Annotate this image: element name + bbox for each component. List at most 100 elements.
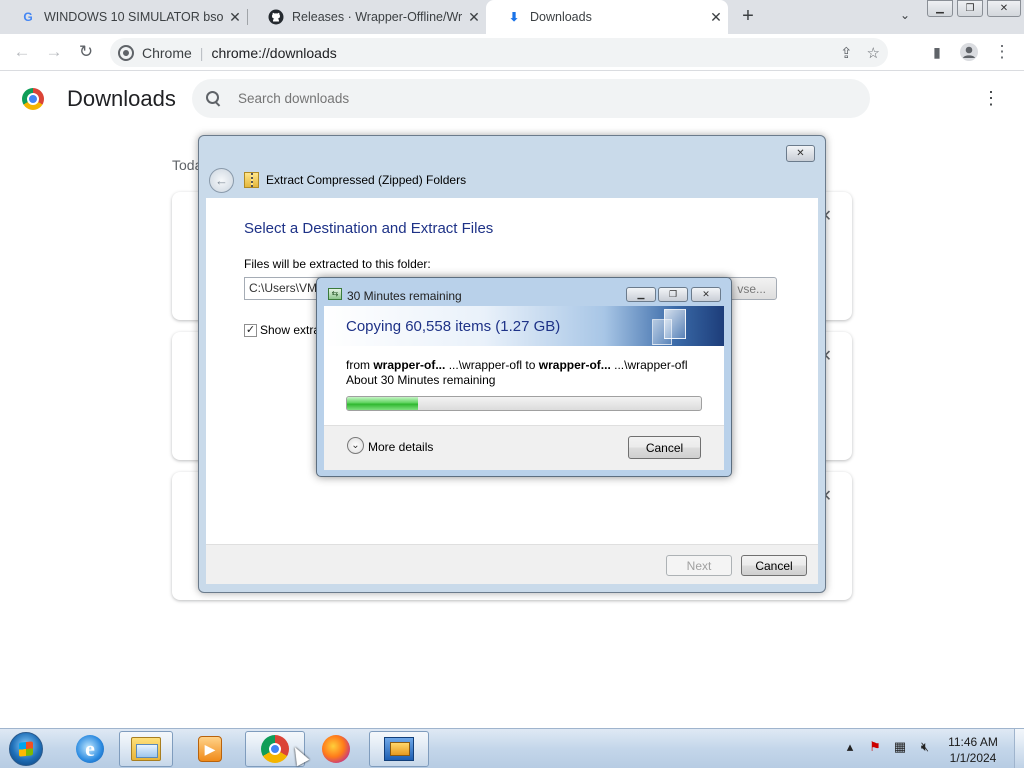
close-icon[interactable]: ✕ [462, 9, 486, 26]
download-icon: ⬇ [508, 10, 520, 24]
source-path: ...\wrapper-ofl [448, 358, 523, 372]
progress-fill [347, 397, 418, 410]
chevron-down-icon[interactable]: ⌄ [347, 437, 364, 454]
browse-button[interactable]: vse... [726, 277, 777, 300]
system-tray: ▴ ⚑ ▦ 🔇︎ [842, 739, 933, 755]
more-actions-icon[interactable]: ⋮ [982, 88, 1000, 109]
tab-title: Downloads [530, 10, 592, 24]
chrome-logo-icon [22, 88, 44, 110]
clock-date: 1/1/2024 [949, 751, 997, 765]
copy-titlebar: ⇆ 30 Minutes remaining ▁ ❐ ✕ [317, 278, 731, 306]
taskbar-clock[interactable]: 11:46 AM 1/1/2024 [934, 734, 1012, 766]
wizard-footer: Next Cancel [206, 544, 818, 584]
copy-content: Copying 60,558 items (1.27 GB) from wrap… [324, 306, 724, 470]
close-button[interactable]: ✕ [691, 287, 721, 302]
volume-muted-icon[interactable]: 🔇︎ [917, 739, 933, 755]
taskbar-remote-desktop[interactable] [369, 731, 429, 767]
copy-footer: ⌄ More details Cancel [324, 425, 724, 470]
tab-title: Releases · Wrapper-Offline/Wrap [292, 10, 462, 24]
copy-window-title: 30 Minutes remaining [347, 289, 462, 303]
clock-time: 11:46 AM [948, 735, 998, 749]
copy-heading: Copying 60,558 items (1.27 GB) [346, 318, 561, 335]
downloads-header: Downloads ⋮ [0, 72, 1024, 128]
internet-explorer-icon: e [76, 735, 104, 763]
network-icon[interactable]: ▦ [892, 739, 908, 755]
close-icon[interactable]: ✕ [223, 9, 247, 26]
site-label: Chrome [142, 44, 192, 61]
new-tab-button[interactable]: + [736, 4, 760, 28]
copy-files-icon: ⇆ [328, 288, 342, 300]
source-name[interactable]: wrapper-of... [373, 358, 445, 372]
restore-button[interactable]: ❐ [957, 0, 983, 17]
to-word: to [525, 358, 536, 372]
close-window-button[interactable]: ✕ [987, 0, 1021, 17]
search-box[interactable] [192, 79, 870, 118]
tab-title: WINDOWS 10 SIMULATOR bsod [44, 10, 223, 24]
search-input[interactable] [238, 91, 838, 106]
show-files-checkbox[interactable]: ✓ [244, 324, 257, 337]
share-icon[interactable]: ⇪ [840, 44, 853, 62]
time-remaining: About 30 Minutes remaining [346, 373, 496, 387]
action-center-flag-icon[interactable]: ⚑ [867, 739, 883, 755]
page-title: Downloads [67, 86, 176, 111]
destination-label: Files will be extracted to this folder: [244, 257, 431, 271]
wizard-heading: Select a Destination and Extract Files [244, 220, 494, 237]
window-controls: ▁ ❐ ✕ [927, 0, 1024, 17]
close-icon[interactable]: ✕ [704, 9, 728, 26]
forward-button[interactable]: → [44, 42, 64, 62]
from-word: from [346, 358, 370, 372]
menu-dots-icon[interactable]: ⋮ [992, 42, 1012, 62]
remote-desktop-icon [384, 737, 414, 761]
taskbar-windows-explorer[interactable] [119, 731, 173, 767]
search-icon [206, 90, 222, 107]
address-bar[interactable]: Chrome | chrome://downloads ⇪ ☆ [110, 38, 888, 67]
wizard-cancel-button[interactable]: Cancel [741, 555, 807, 576]
windows-logo-icon [9, 732, 43, 766]
tab-downloads[interactable]: ⬇ Downloads ✕ [486, 0, 728, 34]
folder-icon [131, 737, 161, 761]
copy-cancel-button[interactable]: Cancel [628, 436, 701, 459]
wizard-close-button[interactable]: ✕ [786, 145, 815, 162]
restore-button[interactable]: ❐ [658, 287, 688, 302]
taskbar-media-player[interactable]: ▶ [180, 731, 240, 767]
show-desktop-button[interactable] [1014, 729, 1024, 768]
browser-toolbar: ← → ↻ Chrome | chrome://downloads ⇪ ☆ ▮ … [0, 34, 1024, 71]
wizard-title: Extract Compressed (Zipped) Folders [266, 173, 467, 187]
next-button[interactable]: Next [666, 555, 732, 576]
show-hidden-icons-icon[interactable]: ▴ [842, 739, 858, 755]
github-icon [268, 9, 284, 25]
bookmark-star-icon[interactable]: ☆ [867, 44, 880, 62]
copy-source-dest: from wrapper-of... ...\wrapper-ofl to wr… [346, 358, 706, 372]
reload-button[interactable]: ↻ [76, 42, 96, 62]
tab-releases[interactable]: Releases · Wrapper-Offline/Wrap ✕ [248, 0, 486, 34]
taskbar-firefox[interactable] [306, 731, 366, 767]
copy-banner: Copying 60,558 items (1.27 GB) [324, 306, 724, 346]
tab-windows-simulator[interactable]: G WINDOWS 10 SIMULATOR bsod ✕ [0, 0, 247, 34]
minimize-button[interactable]: ▁ [626, 287, 656, 302]
copy-progress-dialog: ⇆ 30 Minutes remaining ▁ ❐ ✕ Copying 60,… [316, 277, 732, 477]
taskbar: e ▶ ▴ ⚑ ▦ 🔇︎ 11:46 AM 1/1/2024 [0, 728, 1024, 768]
copy-progress-bar [346, 396, 702, 411]
google-g-icon: G [23, 10, 33, 24]
banner-decoration [664, 309, 686, 339]
omnibox-separator: | [199, 44, 204, 61]
media-player-icon: ▶ [198, 736, 222, 762]
profile-avatar-icon[interactable] [959, 42, 979, 62]
dest-path: ...\wrapper-ofl [614, 358, 688, 372]
side-panel-icon[interactable]: ▮ [927, 42, 947, 62]
back-button[interactable]: ← [12, 42, 32, 62]
show-files-label: Show extra [260, 323, 321, 337]
more-details-toggle[interactable]: More details [368, 440, 433, 454]
taskbar-internet-explorer[interactable]: e [60, 731, 120, 767]
chevron-down-icon[interactable]: ⌄ [896, 8, 914, 26]
dest-name[interactable]: wrapper-of... [539, 358, 611, 372]
minimize-button[interactable]: ▁ [927, 0, 953, 17]
firefox-icon [322, 735, 350, 763]
back-arrow-icon[interactable]: ← [209, 168, 234, 193]
chrome-icon [261, 735, 289, 763]
zip-folder-icon [244, 172, 259, 188]
tab-strip: G WINDOWS 10 SIMULATOR bsod ✕ Releases ·… [0, 0, 1024, 34]
chrome-site-icon [118, 44, 134, 61]
url-text: chrome://downloads [211, 44, 337, 61]
start-button[interactable] [4, 731, 48, 767]
